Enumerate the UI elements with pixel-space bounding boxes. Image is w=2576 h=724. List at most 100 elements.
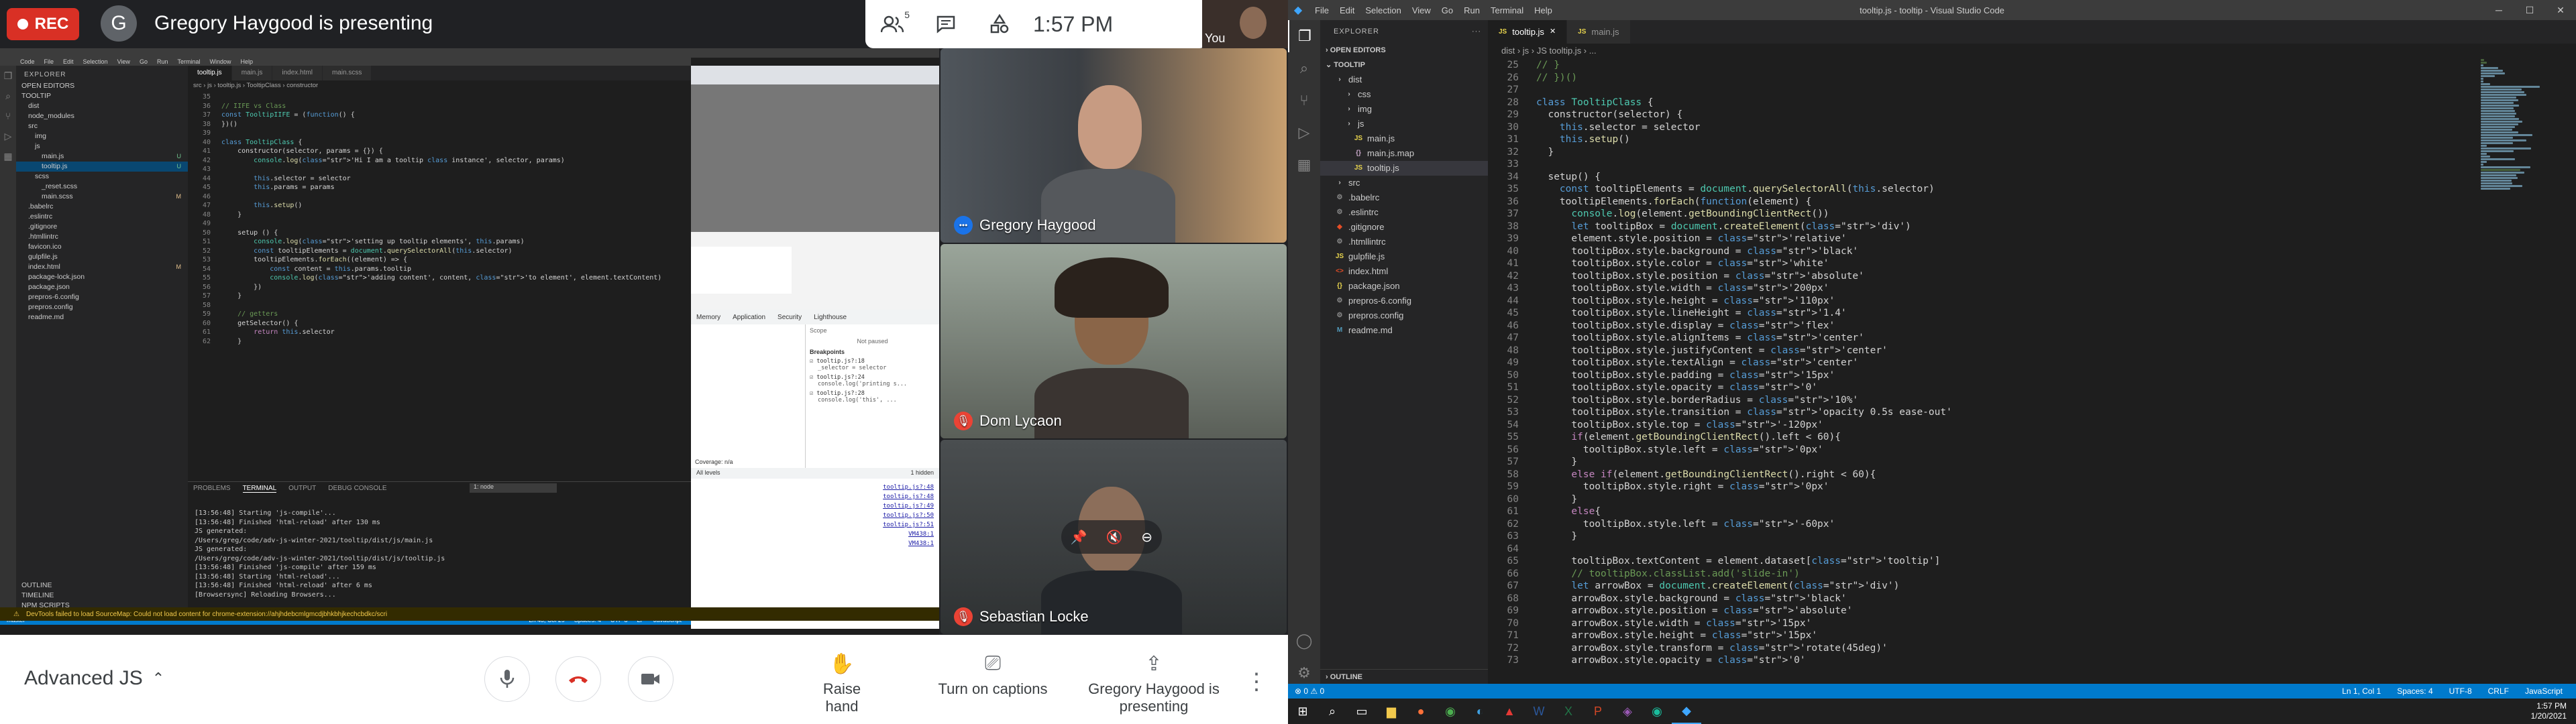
shared-outline: OUTLINE (21, 581, 52, 589)
more-actions-icon[interactable]: ··· (1472, 20, 1481, 43)
vscode-tree-item[interactable]: ⚙ prepros-6.config (1320, 294, 1488, 308)
line-content: this.selector = selector (1559, 121, 1701, 133)
close-icon[interactable]: ✕ (2545, 0, 2576, 20)
vscode-code[interactable]: 25// } 26// })() 27 28 class TooltipClass {2… (1488, 59, 2467, 684)
vscode-menu-item[interactable]: Selection (1365, 5, 1401, 15)
remove-participant-icon[interactable]: ⊖ (1141, 529, 1152, 546)
vscode-menu-item[interactable]: View (1412, 5, 1431, 15)
meeting-details-button[interactable]: Advanced JS ⌃ (24, 667, 164, 690)
vscode-tree-item[interactable]: ⚙ .htmllintrc (1320, 235, 1488, 249)
account-icon[interactable]: ◯ (1288, 625, 1320, 657)
vscode-status-item[interactable]: CRLF (2488, 686, 2509, 696)
people-button[interactable]: 5 (865, 0, 919, 48)
word-icon[interactable]: W (1524, 699, 1554, 724)
acrobat-icon[interactable]: ▲ (1495, 699, 1524, 724)
microphone-button[interactable] (484, 656, 530, 702)
vscode-menu-item[interactable]: Run (1464, 5, 1480, 15)
chat-button[interactable] (919, 0, 973, 48)
self-view-tile[interactable]: You (1202, 0, 1288, 48)
vscode-tree-item[interactable]: ◆ .gitignore (1320, 220, 1488, 235)
vscode-status-item[interactable]: Ln 1, Col 1 (2342, 686, 2381, 696)
edge-icon[interactable]: ◐ (1465, 699, 1495, 724)
participant-tile[interactable]: ••• Gregory Haygood (941, 48, 1287, 243)
vscode-tree-item[interactable]: › src (1320, 176, 1488, 190)
vscode-tree-item[interactable]: › js (1320, 117, 1488, 131)
vscode-menu-item[interactable]: Edit (1340, 5, 1354, 15)
vscode-tree-item[interactable]: › img (1320, 102, 1488, 117)
run-debug-icon[interactable]: ▷ (1288, 117, 1320, 149)
hang-up-icon (569, 676, 588, 683)
shared-panel-tab: DEBUG CONSOLE (328, 485, 387, 492)
more-options-icon[interactable]: ⋮ (1245, 668, 1268, 695)
minimap-line (2481, 153, 2487, 155)
vscode-editor-tab[interactable]: JS main.js (1567, 20, 1631, 44)
chrome-icon[interactable]: ◉ (1436, 699, 1465, 724)
problems-status[interactable]: ⊗ 0 ⚠ 0 (1295, 686, 1324, 696)
line-number: 31 (1507, 134, 1519, 145)
shared-panel-tabs: PROBLEMS TERMINAL OUTPUT DEBUG CONSOLE (193, 485, 387, 493)
vscode-tree-item[interactable]: Mreadme.md (1320, 323, 1488, 338)
captions-button[interactable]: ⎚ Turn on captions (932, 652, 1053, 698)
project-section[interactable]: ⌄ TOOLTIP (1320, 58, 1488, 72)
vscode-menu-item[interactable]: Go (1442, 5, 1453, 15)
search-icon[interactable]: ⌕ (1318, 699, 1347, 724)
vscode-tree-item[interactable]: {} package.json (1320, 279, 1488, 294)
firefox-icon[interactable]: ● (1406, 699, 1436, 724)
vscode-menu-item[interactable]: Help (1534, 5, 1552, 15)
vscode-tree-item[interactable]: › dist (1320, 72, 1488, 87)
vscode-tree-item[interactable]: JS gulpfile.js (1320, 249, 1488, 264)
vscode-tree-item[interactable]: ⚙ .babelrc (1320, 190, 1488, 205)
powerpoint-icon[interactable]: P (1583, 699, 1613, 724)
maximize-icon[interactable]: ☐ (2514, 0, 2545, 20)
vscode-tree-item[interactable]: ⚙ prepros.config (1320, 308, 1488, 323)
activities-button[interactable] (973, 0, 1026, 48)
app-icon[interactable]: ◉ (1642, 699, 1672, 724)
source-control-icon[interactable]: ⑂ (1288, 84, 1320, 117)
pin-icon[interactable]: 📌 (1071, 529, 1087, 546)
raise-hand-button[interactable]: ✋ Raise hand (805, 652, 879, 715)
vscode-editor-tab[interactable]: JS tooltip.js ✕ (1488, 20, 1568, 44)
system-clock[interactable]: 1:57 PM 1/20/2021 (2531, 701, 2576, 721)
app-icon[interactable]: ◈ (1613, 699, 1642, 724)
vscode-status-item[interactable]: Spaces: 4 (2397, 686, 2432, 696)
vscode-breadcrumb[interactable]: dist › js › JS tooltip.js › ... (1501, 46, 1597, 56)
vscode-status-item[interactable]: JavaScript (2525, 686, 2563, 696)
minimize-icon[interactable]: ─ (2483, 0, 2514, 20)
minimap-line (2481, 83, 2491, 85)
vscode-minimap[interactable] (2481, 59, 2548, 260)
present-button[interactable]: ⇪ Gregory Haygood is presenting (1087, 652, 1221, 715)
participant-tile[interactable]: 🎙 Dom Lycaon (941, 244, 1287, 438)
extensions-icon[interactable]: ▦ (1288, 149, 1320, 181)
open-editors-section[interactable]: › OPEN EDITORS (1320, 43, 1488, 58)
vscode-status-item[interactable]: UTF-8 (2449, 686, 2472, 696)
camera-button[interactable] (628, 656, 674, 702)
vscode-explorer: EXPLORER ··· › OPEN EDITORS ⌄ TOOLTIP › di… (1320, 20, 1488, 684)
mute-participant-icon[interactable]: 🔇 (1106, 529, 1123, 546)
search-icon[interactable]: ⌕ (1288, 52, 1320, 84)
line-number: 62 (1507, 518, 1519, 530)
line-number: 64 (1507, 543, 1519, 554)
vscode-tree-item[interactable]: JS tooltip.js (1320, 161, 1488, 176)
line-content: } (1536, 493, 1578, 505)
participant-tile[interactable]: 📌 🔇 ⊖ 🎙 Sebastian Locke (941, 440, 1287, 634)
vscode-tree-item[interactable]: {} main.js.map (1320, 146, 1488, 161)
vscode-tree-item[interactable]: ⚙ .eslintrc (1320, 205, 1488, 220)
vscode-menu-item[interactable]: File (1315, 5, 1329, 15)
windows-start-icon[interactable]: ⊞ (1288, 699, 1318, 724)
excel-icon[interactable]: X (1554, 699, 1583, 724)
leave-call-button[interactable] (555, 656, 601, 702)
code-line: 53 tooltipBox.style.transition = class="… (1488, 406, 2467, 419)
vscode-menu-item[interactable]: Terminal (1491, 5, 1523, 15)
vscode-tree-item[interactable]: JS main.js (1320, 131, 1488, 146)
vscode-tree-item[interactable]: › css (1320, 87, 1488, 102)
explorer-icon[interactable]: ❐ (1288, 20, 1320, 52)
file-explorer-icon[interactable]: ▆ (1377, 699, 1406, 724)
code-line: 61 return this.selector (188, 328, 691, 337)
vscode-tree-item[interactable]: <> index.html (1320, 264, 1488, 279)
shared-debugger-sidebar: Scope Not paused Breakpoints ☑ tooltip.j… (805, 324, 939, 472)
shared-chrome-toolbar (691, 66, 939, 84)
close-tab-icon[interactable]: ✕ (1550, 20, 1556, 44)
vscode-taskbar-icon[interactable]: ◆ (1672, 699, 1701, 724)
task-view-icon[interactable]: ▭ (1347, 699, 1377, 724)
outline-section[interactable]: › OUTLINE (1320, 669, 1488, 684)
